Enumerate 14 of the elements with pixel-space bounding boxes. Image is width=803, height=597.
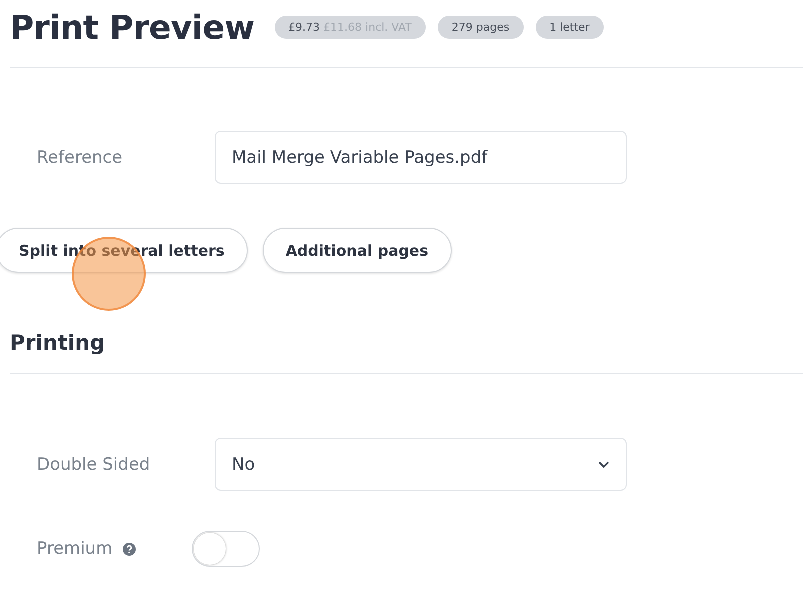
field-label: Double Sided <box>36 454 152 474</box>
count-badge: 1 letter <box>536 16 604 39</box>
field-label: Reference <box>36 148 124 168</box>
section-heading: Printing <box>10 331 106 355</box>
chevron-down-icon <box>598 460 610 468</box>
action-button[interactable]: Split into several letters <box>0 228 248 273</box>
page-title: Print Preview <box>10 8 255 47</box>
action-button[interactable]: Additional pages <box>262 228 452 273</box>
double-sided-select[interactable]: No <box>215 438 627 491</box>
reference-field[interactable]: Mail Merge Variable Pages.pdf <box>215 131 627 184</box>
toggle-switch[interactable] <box>192 531 260 567</box>
help-icon[interactable] <box>122 542 136 556</box>
field-label: Premium <box>36 539 114 559</box>
count-badge: 279 pages <box>438 16 524 39</box>
